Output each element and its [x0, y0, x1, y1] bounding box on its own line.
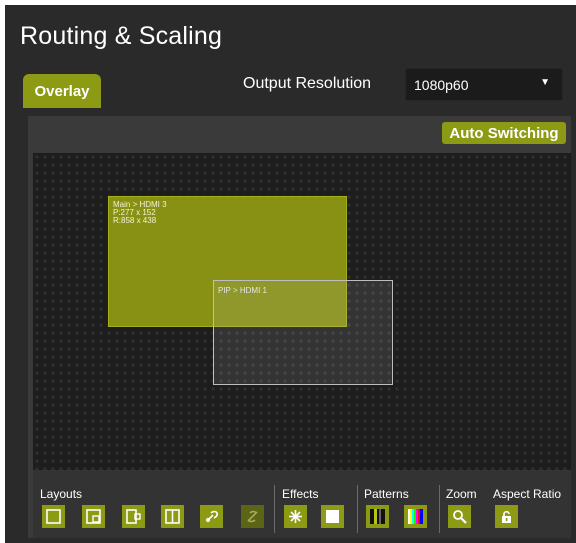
pip-window[interactable]: PIP > HDMI 1	[213, 280, 393, 385]
zoom-button[interactable]	[448, 505, 471, 528]
lock-icon	[502, 510, 511, 523]
layouts-label: Layouts	[40, 487, 83, 501]
magnify-icon	[453, 510, 467, 524]
blank-screen-icon	[326, 510, 339, 523]
color-bars-icon	[408, 509, 423, 524]
patterns-label: Patterns	[364, 487, 409, 501]
bars-pattern-icon	[370, 509, 385, 524]
layout-pip-side-button[interactable]	[122, 505, 145, 528]
layout-split-icon	[165, 509, 180, 524]
layout-pip-corner-button[interactable]	[82, 505, 105, 528]
output-resolution-select[interactable]: 1080p60 ▼	[405, 68, 563, 101]
unlink-button[interactable]	[241, 505, 264, 528]
zoom-label: Zoom	[446, 487, 477, 501]
sparkle-icon	[289, 510, 302, 523]
pip-window-label: PIP > HDMI 1	[218, 286, 267, 295]
blank-screen-button[interactable]	[321, 505, 344, 528]
chevron-down-icon: ▼	[540, 77, 550, 88]
separator	[357, 485, 358, 533]
swap-button[interactable]	[200, 505, 223, 528]
layout-single-button[interactable]	[42, 505, 65, 528]
layout-pip-corner-icon	[86, 509, 101, 524]
aspect-ratio-label: Aspect Ratio	[493, 487, 562, 501]
auto-switching-button[interactable]: Auto Switching	[442, 122, 566, 144]
unlink-icon	[247, 510, 258, 523]
page-title: Routing & Scaling	[20, 22, 223, 50]
layout-pip-side-icon	[126, 509, 141, 524]
color-bars-button[interactable]	[404, 505, 427, 528]
aspect-ratio-button[interactable]	[495, 505, 518, 528]
sparkle-button[interactable]	[284, 505, 307, 528]
output-resolution-value: 1080p60	[414, 77, 469, 93]
separator	[439, 485, 440, 533]
tab-overlay[interactable]: Overlay	[23, 74, 101, 108]
separator	[274, 485, 275, 533]
main-window-resolution: R:858 x 438	[113, 216, 157, 225]
layout-split-button[interactable]	[161, 505, 184, 528]
swap-icon	[206, 510, 219, 522]
bars-pattern-button[interactable]	[366, 505, 389, 528]
output-resolution-label: Output Resolution	[243, 75, 372, 92]
effects-label: Effects	[282, 487, 319, 501]
layout-single-icon	[46, 509, 61, 524]
